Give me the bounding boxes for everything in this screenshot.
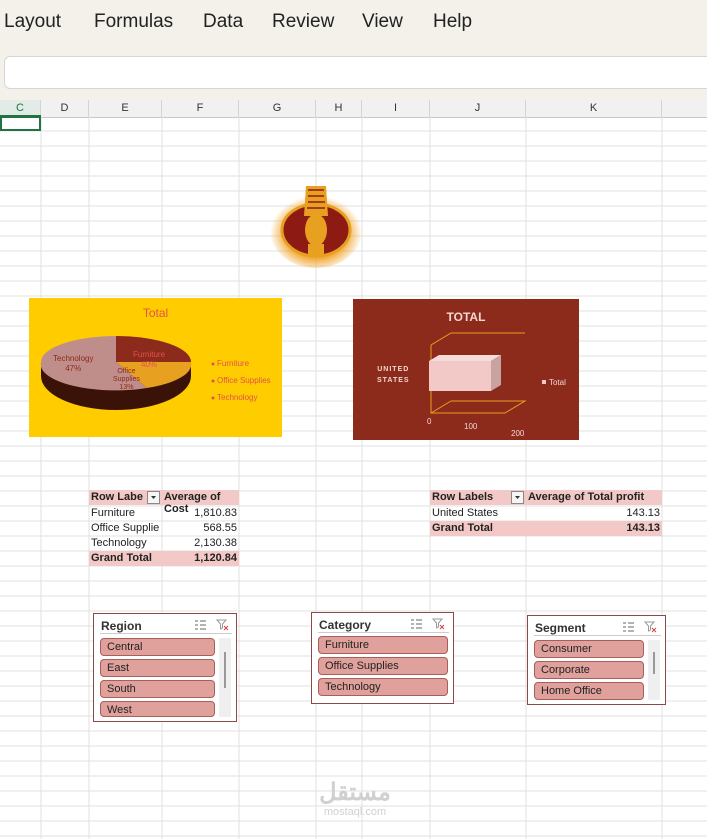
clear-filter-icon[interactable]: [432, 617, 445, 630]
pie-label-technology: Technology 47%: [53, 354, 94, 373]
legend-marker-furniture: [211, 362, 215, 366]
slicer-item-consumer[interactable]: Consumer: [534, 640, 644, 658]
pivot-cost-grand-total-label: Grand Total: [91, 552, 152, 564]
filter-dropdown-icon[interactable]: [147, 491, 160, 504]
scrollbar-thumb[interactable]: [653, 652, 655, 674]
pivot-cost-row-value: 2,130.38: [194, 537, 237, 549]
slicer-item-home-office[interactable]: Home Office: [534, 682, 644, 700]
slicer-item-south[interactable]: South: [100, 680, 215, 698]
slicer-item-technology[interactable]: Technology: [318, 678, 448, 696]
legend-marker-technology: [211, 396, 215, 400]
slicer-item-east[interactable]: East: [100, 659, 215, 677]
slicer-scrollbar[interactable]: [648, 640, 660, 700]
clear-filter-icon[interactable]: [216, 618, 229, 631]
slicer-category-title: Category: [319, 618, 372, 632]
pivot-cost-row-labels: Row Labe: [91, 491, 143, 503]
menu-layout[interactable]: Layout: [4, 11, 61, 33]
slicer-item-corporate[interactable]: Corporate: [534, 661, 644, 679]
slicer-category[interactable]: Category Furniture Office Supplies Techn…: [311, 612, 454, 704]
pivot-profit-grand-total-label: Grand Total: [432, 522, 493, 534]
pivot-profit-header-row: Row Labels Average of Total profit: [430, 490, 662, 505]
pivot-cost-grand-total-row: Grand Total 1,120.84: [89, 551, 239, 566]
column-header-g[interactable]: G: [239, 100, 316, 117]
bar-front: [429, 361, 491, 391]
column-header-k[interactable]: K: [526, 100, 662, 117]
bar-top: [429, 355, 501, 361]
legend-technology: Technology: [217, 393, 258, 402]
legend-office-supplies: Office Supplies: [217, 376, 271, 385]
slicer-item-furniture[interactable]: Furniture: [318, 636, 448, 654]
column-header-j[interactable]: J: [430, 100, 526, 117]
menu-review[interactable]: Review: [272, 11, 334, 33]
active-cell[interactable]: [0, 116, 41, 131]
bar-category-label: UNITED STATES: [377, 366, 410, 384]
slicer-scrollbar[interactable]: [219, 638, 231, 717]
menu-bar: Layout Formulas Data Review View Help: [0, 0, 707, 46]
column-header-i[interactable]: I: [362, 100, 430, 117]
column-header-d[interactable]: D: [41, 100, 89, 117]
legend-marker-total: [542, 380, 546, 384]
axis-tick-100: 100: [464, 422, 478, 431]
column-header-h[interactable]: H: [316, 100, 362, 117]
pivot-cost-row-value: 1,810.83: [194, 507, 237, 519]
pivot-profit-row-value: 143.13: [626, 507, 660, 519]
pie-chart[interactable]: Total Technology 47% Furniture 40% Offic…: [29, 298, 282, 437]
slicer-item-central[interactable]: Central: [100, 638, 215, 656]
watermark-latin: mostaql.com: [323, 806, 387, 818]
bar-side: [491, 355, 501, 391]
formula-bar-area: [0, 46, 707, 100]
watermark-arabic: مستقل: [319, 779, 391, 806]
legend-total: Total: [549, 378, 566, 387]
multi-select-icon[interactable]: [622, 620, 635, 633]
pivot-cost-row-label: Furniture: [91, 507, 136, 519]
pharaoh-logo: [270, 186, 362, 268]
menu-help[interactable]: Help: [433, 11, 472, 33]
pie-label-office-supplies: Office Supplies 13%: [113, 368, 140, 391]
clear-filter-icon[interactable]: [644, 620, 657, 633]
formula-input[interactable]: [4, 56, 707, 89]
pivot-cost-row-label: Office Supplie: [91, 522, 160, 534]
slicer-segment[interactable]: Segment Consumer Corporate Home Office: [527, 615, 666, 705]
pivot-cost-row-label: Technology: [91, 537, 147, 549]
bar-chart[interactable]: TOTAL UNITED STATES Total 0 100 200: [353, 299, 579, 440]
column-header-f[interactable]: F: [162, 100, 239, 117]
pivot-cost-grand-total-value: 1,120.84: [194, 552, 237, 564]
pivot-profit-row-labels: Row Labels: [432, 491, 494, 503]
scrollbar-thumb[interactable]: [224, 652, 226, 688]
slicer-region-title: Region: [101, 619, 142, 633]
pivot-profit-value-header: Average of Total profit: [528, 491, 645, 503]
multi-select-icon[interactable]: [410, 617, 423, 630]
pivot-cost-header-row: Row Labe Average of Cost: [89, 490, 239, 515]
pivot-cost-row-value: 568.55: [203, 522, 237, 534]
axis-tick-200: 200: [511, 429, 525, 438]
slicer-region[interactable]: Region Central East South West: [93, 613, 237, 722]
pivot-profit-row-label: United States: [432, 507, 499, 519]
legend-marker-office-supplies: [211, 379, 215, 383]
menu-formulas[interactable]: Formulas: [94, 11, 173, 33]
pivot-profit-grand-total-row: Grand Total 143.13: [430, 521, 662, 536]
pie-label-furniture: Furniture 40%: [133, 350, 166, 369]
legend-furniture: Furniture: [217, 359, 250, 368]
filter-dropdown-icon[interactable]: [511, 491, 524, 504]
slicer-item-office-supplies[interactable]: Office Supplies: [318, 657, 448, 675]
multi-select-icon[interactable]: [194, 618, 207, 631]
slicer-item-west[interactable]: West: [100, 701, 215, 717]
column-headers: C D E F G H I J K: [0, 100, 707, 118]
menu-data[interactable]: Data: [203, 11, 243, 33]
mostaql-watermark: مستقل mostaql.com: [300, 779, 410, 819]
column-header-e[interactable]: E: [89, 100, 162, 117]
slicer-segment-title: Segment: [535, 621, 586, 635]
axis-tick-0: 0: [427, 417, 432, 426]
pivot-profit-grand-total-value: 143.13: [626, 522, 660, 534]
menu-view[interactable]: View: [362, 11, 403, 33]
